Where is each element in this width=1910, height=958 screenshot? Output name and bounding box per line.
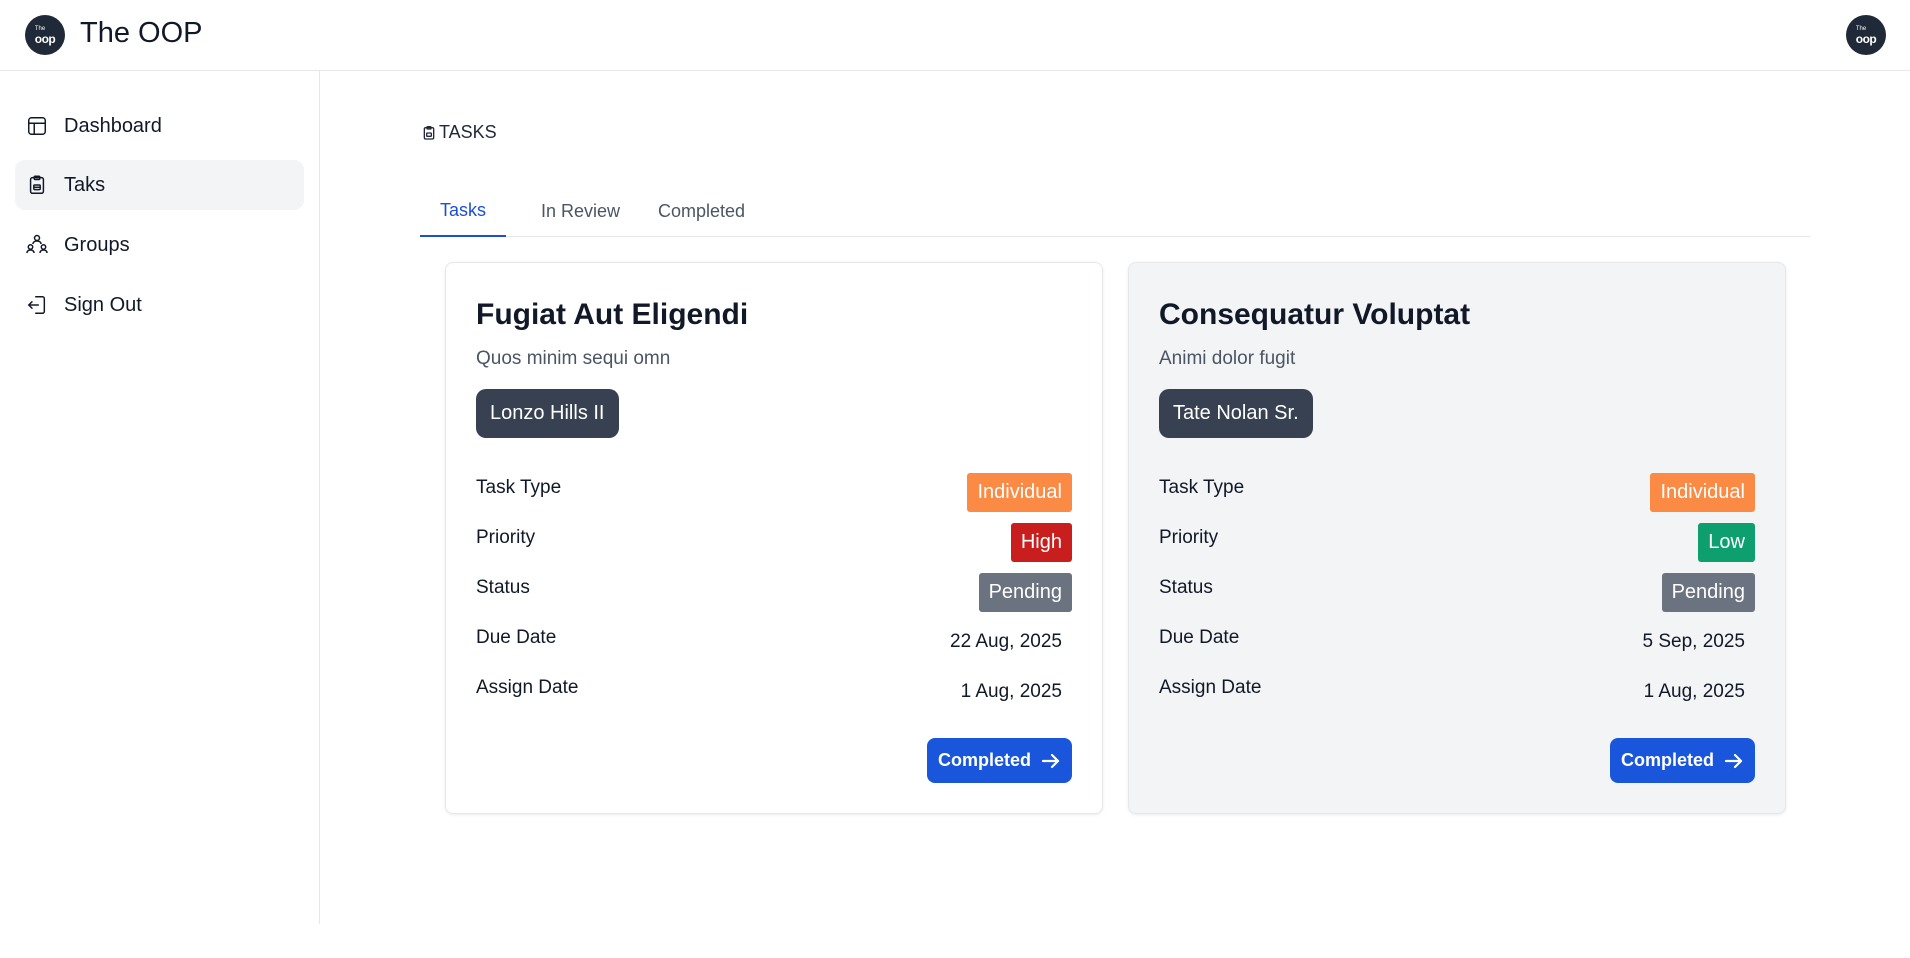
top-header: The oop The OOP The oop bbox=[0, 0, 1910, 71]
clipboard-icon bbox=[25, 173, 49, 197]
sidebar-item-label: Sign Out bbox=[64, 293, 142, 316]
assign-date-value: 1 Aug, 2025 bbox=[1643, 681, 1745, 702]
priority-label: Priority bbox=[1159, 527, 1219, 548]
assign-date-value: 1 Aug, 2025 bbox=[960, 681, 1062, 702]
sidebar: Dashboard Taks Groups Sign Out bbox=[0, 71, 320, 924]
task-description: Quos minim sequi omn bbox=[476, 348, 671, 369]
arrow-right-icon bbox=[1041, 753, 1061, 769]
assign-date-label: Assign Date bbox=[476, 677, 579, 698]
status-badge: Pending bbox=[1661, 573, 1755, 612]
assignee-chip: Tate Nolan Sr. bbox=[1159, 389, 1313, 438]
task-description: Animi dolor fugit bbox=[1159, 348, 1296, 369]
due-date-value: 22 Aug, 2025 bbox=[950, 631, 1062, 652]
sidebar-item-groups[interactable]: Groups bbox=[15, 220, 304, 270]
completed-button-label: Completed bbox=[1620, 750, 1714, 770]
task-type-label: Task Type bbox=[476, 477, 562, 498]
task-card: Fugiat Aut Eligendi Quos minim sequi omn… bbox=[445, 262, 1103, 814]
assign-date-label: Assign Date bbox=[1159, 677, 1262, 698]
app-title[interactable]: The OOP bbox=[80, 17, 203, 50]
user-avatar[interactable]: The oop bbox=[1846, 15, 1886, 55]
section-heading: TASKS bbox=[421, 122, 497, 143]
avatar-big-text: oop bbox=[1855, 31, 1877, 46]
tab-tasks[interactable]: Tasks bbox=[420, 186, 507, 237]
sidebar-item-sign-out[interactable]: Sign Out bbox=[15, 280, 304, 330]
task-type-badge: Individual bbox=[1650, 473, 1755, 512]
logo-icon[interactable]: The oop bbox=[25, 15, 65, 55]
status-label: Status bbox=[1159, 577, 1213, 598]
task-tabs: Tasks In Review Completed bbox=[420, 186, 1810, 237]
arrow-right-icon bbox=[1724, 753, 1744, 769]
logo-big-text: oop bbox=[34, 31, 56, 46]
due-date-label: Due Date bbox=[1159, 627, 1240, 648]
sidebar-item-label: Groups bbox=[64, 233, 130, 256]
sign-out-icon bbox=[25, 293, 49, 317]
users-icon bbox=[25, 233, 49, 257]
section-heading-text: TASKS bbox=[439, 122, 497, 142]
task-card: Consequatur Voluptat Animi dolor fugit T… bbox=[1128, 262, 1786, 814]
clipboard-icon bbox=[421, 124, 437, 142]
sidebar-item-dashboard[interactable]: Dashboard bbox=[15, 101, 304, 151]
logo-small-text: The bbox=[34, 25, 46, 32]
priority-badge: High bbox=[1010, 523, 1072, 562]
due-date-label: Due Date bbox=[476, 627, 557, 648]
priority-badge: Low bbox=[1698, 523, 1755, 562]
priority-label: Priority bbox=[476, 527, 536, 548]
tab-completed[interactable]: Completed bbox=[638, 186, 765, 237]
avatar-small-text: The bbox=[1855, 25, 1867, 32]
status-badge: Pending bbox=[978, 573, 1072, 612]
task-type-badge: Individual bbox=[967, 473, 1072, 512]
tab-in-review[interactable]: In Review bbox=[521, 186, 640, 237]
task-title: Fugiat Aut Eligendi bbox=[476, 298, 749, 331]
due-date-value: 5 Sep, 2025 bbox=[1642, 631, 1745, 652]
sidebar-item-tasks[interactable]: Taks bbox=[15, 160, 304, 210]
completed-button[interactable]: Completed bbox=[927, 738, 1072, 783]
completed-button[interactable]: Completed bbox=[1610, 738, 1755, 783]
sidebar-item-label: Dashboard bbox=[64, 114, 162, 137]
sidebar-item-label: Taks bbox=[64, 173, 106, 196]
completed-button-label: Completed bbox=[937, 750, 1031, 770]
status-label: Status bbox=[476, 577, 530, 598]
task-type-label: Task Type bbox=[1159, 477, 1245, 498]
layout-icon bbox=[25, 114, 49, 138]
assignee-chip: Lonzo Hills II bbox=[476, 389, 619, 438]
task-title: Consequatur Voluptat bbox=[1159, 298, 1471, 331]
